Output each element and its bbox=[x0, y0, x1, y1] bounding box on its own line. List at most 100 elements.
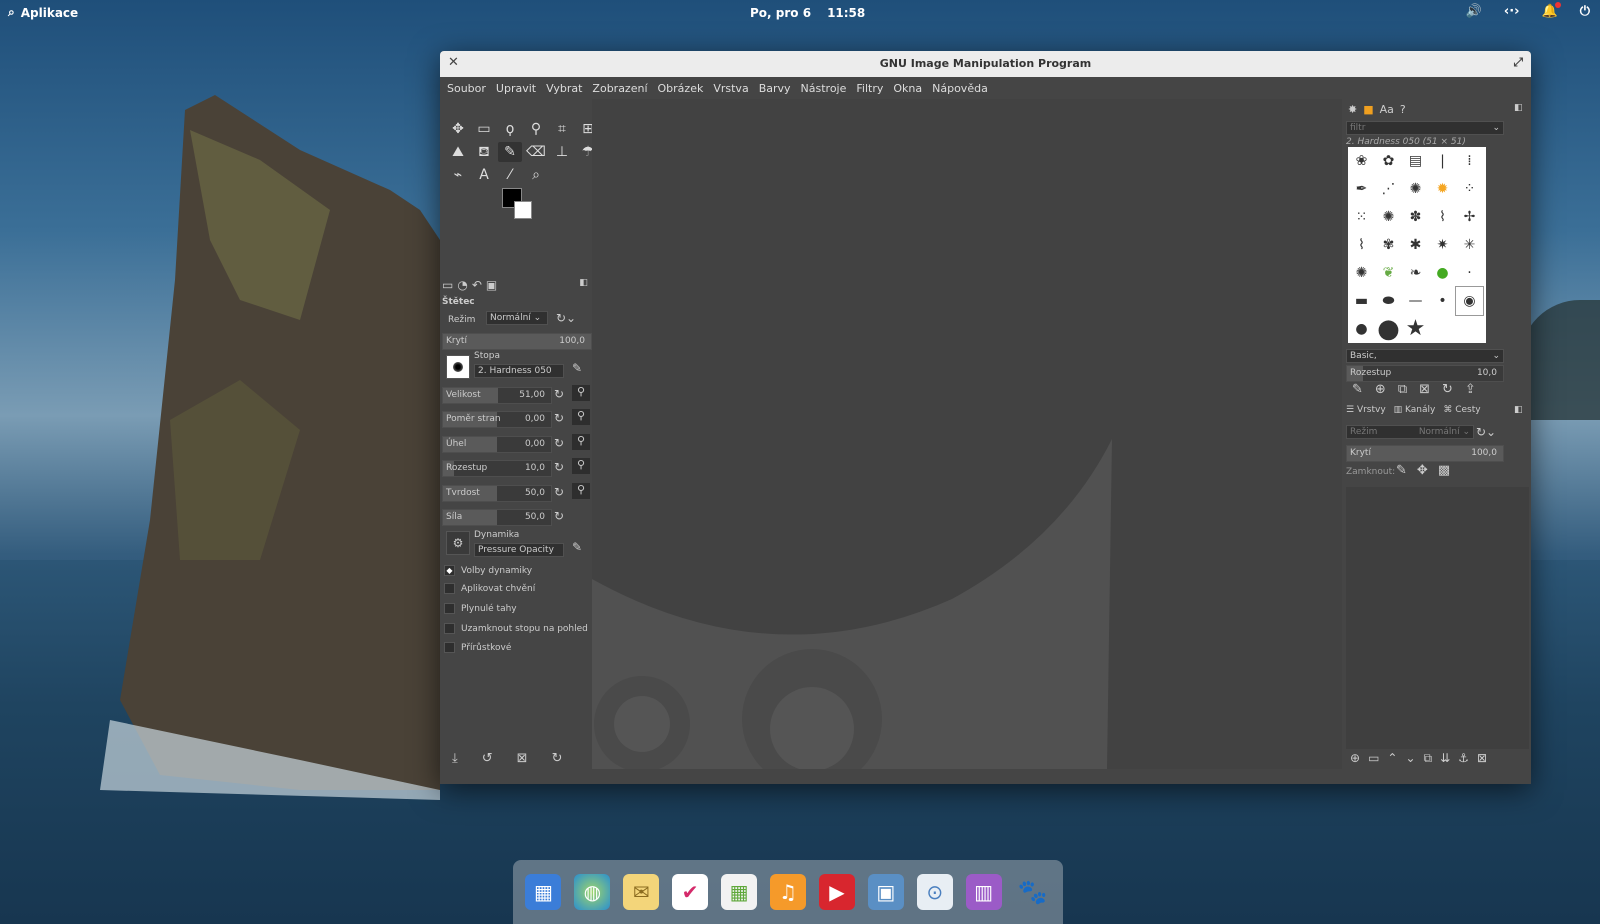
menu-filters[interactable]: Filtry bbox=[851, 82, 888, 95]
device-status-tab-icon[interactable]: ◔ bbox=[457, 278, 467, 292]
brush-thumb[interactable]: ✾ bbox=[1375, 231, 1402, 259]
crop-tool-icon[interactable]: ⌗ bbox=[550, 119, 574, 139]
eraser-tool-icon[interactable]: ⌫ bbox=[524, 142, 548, 162]
link-hardness-icon[interactable]: ⚲ bbox=[572, 483, 590, 499]
dock-menu-icon[interactable]: ◧ bbox=[1514, 103, 1523, 113]
notifications-icon[interactable]: 🔔 bbox=[1542, 2, 1561, 19]
layers-list[interactable] bbox=[1346, 487, 1529, 749]
brush-thumb[interactable]: ❘ bbox=[1429, 147, 1456, 175]
open-brush-icon[interactable]: ⇪ bbox=[1465, 382, 1476, 397]
patterns-tab-icon[interactable]: ■ bbox=[1363, 103, 1373, 116]
brush-thumb[interactable]: ⬬ bbox=[1375, 287, 1402, 315]
brush-thumb[interactable]: ✹ bbox=[1429, 175, 1456, 203]
lock-position-icon[interactable]: ✥ bbox=[1417, 463, 1428, 478]
tool-options-tab-icon[interactable]: ▭ bbox=[442, 278, 453, 292]
brush-thumb[interactable]: ⌇ bbox=[1429, 203, 1456, 231]
brush-thumb[interactable]: ● bbox=[1348, 315, 1375, 343]
brush-thumb[interactable]: ✱ bbox=[1402, 231, 1429, 259]
network-icon[interactable]: ‹·› bbox=[1504, 4, 1520, 19]
brush-thumb[interactable]: • bbox=[1429, 287, 1456, 315]
delete-layer-icon[interactable]: ⊠ bbox=[1477, 751, 1487, 766]
brush-thumb[interactable]: — bbox=[1402, 287, 1429, 315]
dynamics-preview-icon[interactable]: ⚙ bbox=[446, 531, 470, 555]
maximize-icon[interactable]: ⤢ bbox=[1513, 55, 1523, 70]
checkbox-incremental[interactable]: Přírůstkové bbox=[444, 642, 511, 653]
link-spacing-icon[interactable]: ⚲ bbox=[572, 458, 590, 474]
brush-thumb[interactable]: ✽ bbox=[1402, 203, 1429, 231]
layer-mode-reset-icon[interactable]: ↻⌄ bbox=[1476, 425, 1496, 439]
tab-paths[interactable]: ⌘ Cesty bbox=[1443, 405, 1480, 415]
text-tool-icon[interactable]: A bbox=[472, 165, 496, 185]
size-slider[interactable]: Velikost 51,00 bbox=[442, 387, 552, 404]
brush-grid[interactable]: ❀ ✿ ▤ ❘ ⁞ ✒ ⋰ ✺ ✹ ⁘ ⁙ ✺ ✽ ⌇ ✢ ⌇ ✾ ✱ ✷ ✳ ✺ ❦ ❧ ● · ▬ ⬬ — • ◉ ● ● ★ bbox=[1348, 147, 1486, 343]
mail-icon[interactable]: ✉ bbox=[623, 874, 660, 910]
layers-dock-menu-icon[interactable]: ◧ bbox=[1514, 405, 1523, 415]
rect-select-tool-icon[interactable]: ▭ bbox=[472, 119, 496, 139]
brush-thumb-selected[interactable]: ◉ bbox=[1455, 286, 1484, 316]
lock-alpha-icon[interactable]: ▩ bbox=[1438, 463, 1450, 478]
photos-icon[interactable]: ▣ bbox=[867, 874, 904, 910]
fuzzy-select-tool-icon[interactable]: ⚲ bbox=[524, 119, 548, 139]
help-tab-icon[interactable]: ? bbox=[1400, 103, 1406, 116]
brush-thumb[interactable]: ⌇ bbox=[1348, 231, 1375, 259]
bucket-fill-tool-icon[interactable]: ⛾ bbox=[472, 142, 496, 162]
settings-icon[interactable]: ⊙ bbox=[916, 874, 953, 910]
checkbox-apply-jitter[interactable]: Aplikovat chvění bbox=[444, 583, 535, 594]
lower-layer-icon[interactable]: ⌄ bbox=[1405, 751, 1415, 766]
menu-edit[interactable]: Upravit bbox=[491, 82, 541, 95]
brush-thumb[interactable]: ✿ bbox=[1375, 147, 1402, 175]
menu-tools[interactable]: Nástroje bbox=[796, 82, 852, 95]
menu-image[interactable]: Obrázek bbox=[653, 82, 709, 95]
color-picker-tool-icon[interactable]: ⁄ bbox=[498, 165, 522, 185]
brush-tag-input[interactable]: Basic, ⌄ bbox=[1346, 349, 1504, 363]
menu-help[interactable]: Nápověda bbox=[927, 82, 993, 95]
brush-thumb[interactable]: ● bbox=[1429, 259, 1456, 287]
delete-brush-icon[interactable]: ⊠ bbox=[1419, 382, 1430, 397]
undo-history-tab-icon[interactable]: ↶ bbox=[472, 278, 482, 292]
brush-spacing-slider[interactable]: Rozestup 10,0 bbox=[1346, 365, 1504, 382]
brush-thumb[interactable]: ⁙ bbox=[1348, 203, 1375, 231]
edit-dynamics-icon[interactable]: ✎ bbox=[572, 540, 582, 554]
reset-options-icon[interactable]: ↻ bbox=[552, 751, 563, 766]
clone-tool-icon[interactable]: ⊥ bbox=[550, 142, 574, 162]
brush-thumb[interactable]: ❧ bbox=[1402, 259, 1429, 287]
anchor-layer-icon[interactable]: ⚓ bbox=[1458, 751, 1469, 766]
brush-thumb[interactable]: ✒ bbox=[1348, 175, 1375, 203]
paths-tool-icon[interactable]: ⌁ bbox=[446, 165, 470, 185]
brush-name-field[interactable]: 2. Hardness 050 bbox=[474, 364, 564, 378]
brush-thumb[interactable]: ✳ bbox=[1456, 231, 1483, 259]
menu-select[interactable]: Vybrat bbox=[541, 82, 587, 95]
duplicate-layer-icon[interactable]: ⧉ bbox=[1424, 751, 1433, 766]
brush-thumb[interactable]: ✢ bbox=[1456, 203, 1483, 231]
brush-thumb[interactable]: ✺ bbox=[1375, 203, 1402, 231]
checkbox-smooth-stroke[interactable]: Plynulé tahy bbox=[444, 603, 517, 614]
brushes-tab-icon[interactable]: ✸ bbox=[1348, 103, 1357, 116]
edit-brush-icon[interactable]: ✎ bbox=[1352, 382, 1363, 397]
angle-slider[interactable]: Úhel 0,00 bbox=[442, 436, 552, 453]
lock-pixels-icon[interactable]: ✎ bbox=[1396, 463, 1407, 478]
date-time-indicator[interactable]: Po, pro 6 11:58 bbox=[750, 6, 865, 20]
reset-angle-icon[interactable]: ↻ bbox=[554, 436, 564, 450]
brush-thumb[interactable]: ✺ bbox=[1402, 175, 1429, 203]
link-aspect-icon[interactable]: ⚲ bbox=[572, 409, 590, 425]
brush-thumb[interactable]: ★ bbox=[1402, 315, 1429, 343]
warp-tool-icon[interactable]: ⛰ bbox=[446, 142, 470, 162]
hardness-slider[interactable]: Tvrdost 50,0 bbox=[442, 485, 552, 502]
edit-brush-icon[interactable]: ✎ bbox=[572, 361, 582, 375]
power-icon[interactable]: ⏻ bbox=[1580, 4, 1590, 19]
brush-thumb[interactable]: ⁞ bbox=[1456, 147, 1483, 175]
menu-file[interactable]: Soubor bbox=[442, 82, 491, 95]
tab-menu-icon[interactable]: ◧ bbox=[579, 278, 588, 292]
multitasking-view-icon[interactable]: ▦ bbox=[525, 874, 562, 910]
force-slider[interactable]: Síla 50,0 bbox=[442, 509, 552, 526]
new-layer-group-icon[interactable]: ▭ bbox=[1368, 751, 1379, 766]
save-options-icon[interactable]: ⤓ bbox=[452, 751, 458, 766]
fonts-tab-icon[interactable]: Aa bbox=[1380, 103, 1394, 116]
brush-thumb[interactable]: ❀ bbox=[1348, 147, 1375, 175]
checkbox-lock-brush-to-view[interactable]: Uzamknout stopu na pohled bbox=[444, 623, 588, 634]
menu-colors[interactable]: Barvy bbox=[754, 82, 796, 95]
dynamics-name-field[interactable]: Pressure Opacity bbox=[474, 543, 564, 557]
background-color-swatch[interactable] bbox=[514, 201, 532, 219]
reset-aspect-icon[interactable]: ↻ bbox=[554, 411, 564, 425]
brush-thumb[interactable]: ✺ bbox=[1348, 259, 1375, 287]
